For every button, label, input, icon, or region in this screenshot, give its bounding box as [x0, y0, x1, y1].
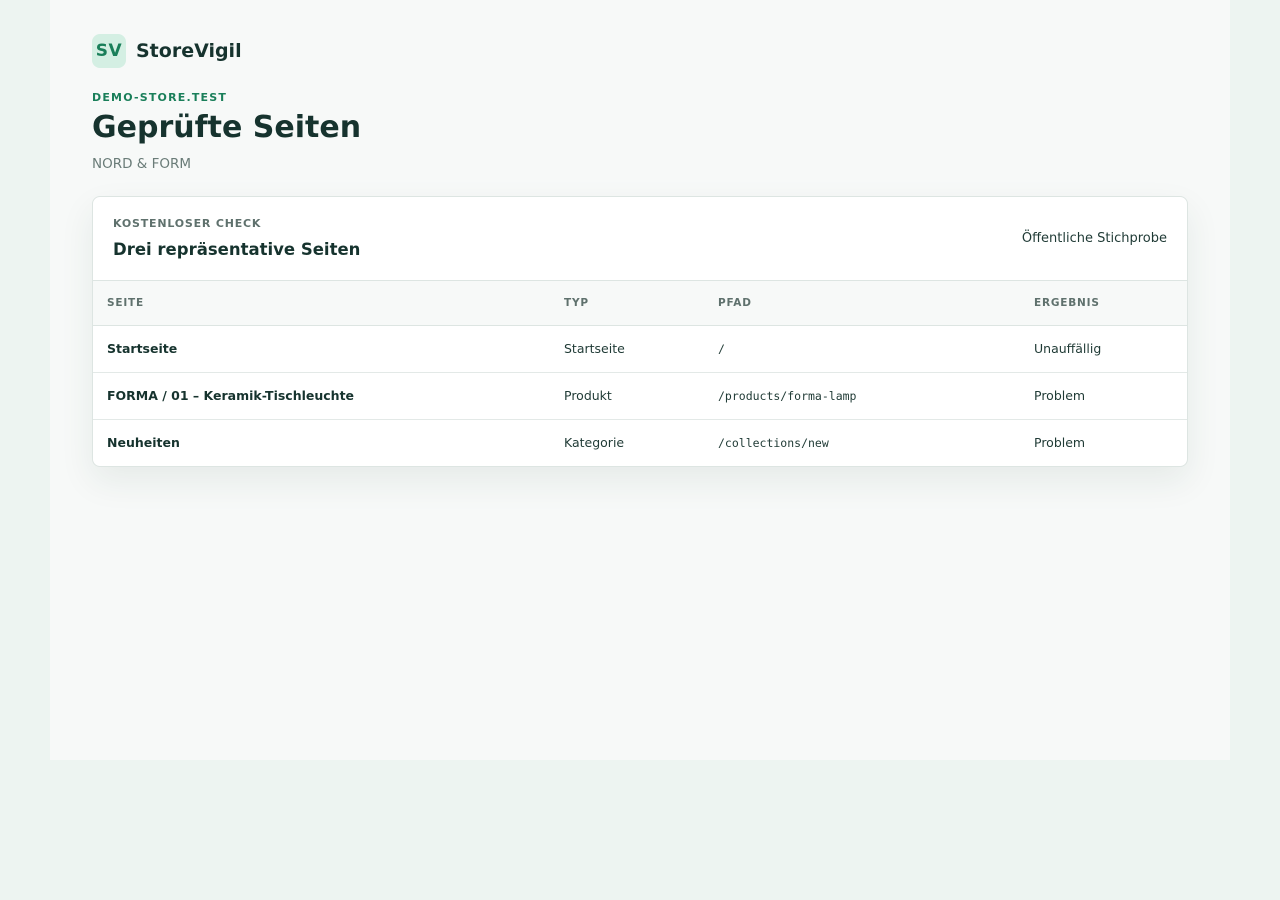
brand-logo-icon: SV: [92, 34, 126, 68]
cell-result: Problem: [1034, 435, 1086, 451]
brand[interactable]: SV StoreVigil: [92, 34, 242, 68]
page-container: SV StoreVigil DEMO-STORE.TEST Geprüfte S…: [50, 0, 1230, 760]
cell-type: Startseite: [550, 325, 704, 373]
cell-path: /collections/new: [718, 435, 829, 450]
cell-path: /: [704, 325, 1020, 373]
table-header-row: SEITE TYP PFAD ERGEBNIS: [93, 281, 1187, 326]
table-row[interactable]: Neuheiten Kategorie /collections/new Pro…: [93, 419, 1187, 466]
cell-page: FORMA / 01 – Keramik-Tischleuchte: [93, 372, 550, 420]
card-header: KOSTENLOSER CHECK Drei repräsentative Se…: [93, 197, 1187, 281]
sample-note: Öffentliche Stichprobe: [1021, 231, 1167, 246]
cell-path: /products/forma-lamp: [704, 372, 1020, 420]
table-row[interactable]: FORMA / 01 – Keramik-Tischleuchte Produk…: [93, 372, 1187, 420]
cell-type: Produkt: [550, 372, 704, 420]
cell-result: Problem: [1020, 372, 1187, 420]
column-header-type: TYP: [550, 281, 704, 326]
card-eyebrow: KOSTENLOSER CHECK: [113, 217, 262, 230]
column-header-path: PFAD: [704, 281, 1020, 326]
brand-name: StoreVigil: [136, 40, 242, 62]
column-header-result: ERGEBNIS: [1020, 281, 1187, 326]
checked-pages-card: KOSTENLOSER CHECK Drei repräsentative Se…: [92, 196, 1188, 467]
store-name: NORD & FORM: [92, 156, 192, 172]
cell-result: Unauffällig: [1020, 325, 1187, 373]
store-domain: DEMO-STORE.TEST: [92, 91, 228, 104]
pages-table: SEITE TYP PFAD ERGEBNIS Startseite Start…: [93, 281, 1187, 466]
column-header-page: SEITE: [93, 281, 550, 326]
cell-type: Kategorie: [564, 435, 625, 451]
table-row[interactable]: Startseite Startseite / Unauffällig: [93, 325, 1187, 373]
cell-page: Neuheiten: [107, 435, 180, 451]
card-title: Drei repräsentative Seiten: [113, 240, 361, 259]
cell-page: Startseite: [93, 325, 550, 373]
page-title: Geprüfte Seiten: [92, 110, 362, 145]
